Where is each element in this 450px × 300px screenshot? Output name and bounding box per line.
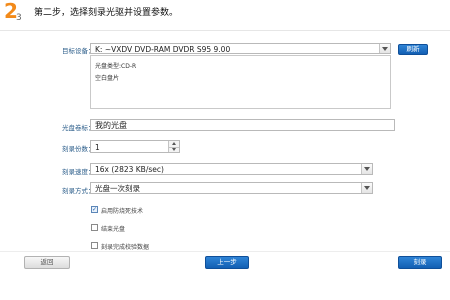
disc-info-panel: 光盘类型:CD-R 空白盘片	[90, 55, 391, 109]
chevron-up-icon	[172, 142, 176, 146]
target-device-value: K: ~VXDV DVD-RAM DVDR S95 9.00	[95, 45, 231, 54]
finalize-disc-label: 结束光盘	[101, 226, 126, 233]
target-device-select[interactable]: K: ~VXDV DVD-RAM DVDR S95 9.00	[90, 43, 391, 54]
burn-button[interactable]: 刻录	[398, 256, 442, 269]
page-title: 第二步，选择刻录光驱并设置参数。	[34, 8, 179, 18]
chevron-down-icon	[364, 186, 370, 190]
step-total: 3	[16, 13, 22, 23]
copies-stepper[interactable]: 1	[90, 140, 180, 153]
anti-burnout-label: 启用防烧死技术	[101, 208, 144, 215]
refresh-button[interactable]: 刷新	[398, 44, 428, 55]
disc-status-text: 空白盘片	[95, 75, 120, 82]
verify-data-label: 刻录完成校验数据	[101, 244, 150, 251]
finalize-disc-checkbox[interactable]	[91, 224, 98, 231]
header-divider	[0, 30, 450, 31]
anti-burnout-checkbox[interactable]: ✓	[91, 206, 98, 213]
footer-divider	[0, 251, 450, 252]
burn-mode-value: 光盘一次刻录	[95, 184, 140, 193]
burn-mode-select[interactable]: 光盘一次刻录	[90, 182, 373, 194]
speed-select[interactable]: 16x (2823 KB/sec)	[90, 163, 373, 175]
decrement-button[interactable]	[169, 146, 179, 153]
chevron-down-icon	[364, 167, 370, 171]
speed-value: 16x (2823 KB/sec)	[95, 165, 164, 174]
target-device-dropdown-button[interactable]	[379, 44, 390, 53]
disc-type-text: 光盘类型:CD-R	[95, 63, 137, 70]
back-button[interactable]: 返回	[24, 256, 70, 269]
speed-dropdown-button[interactable]	[361, 164, 372, 174]
copies-spinner[interactable]	[168, 141, 179, 152]
burn-mode-dropdown-button[interactable]	[361, 183, 372, 193]
verify-data-checkbox[interactable]	[91, 242, 98, 249]
volume-label-input[interactable]: 我的光盘	[90, 119, 395, 131]
copies-value: 1	[95, 143, 100, 152]
previous-step-button[interactable]: 上一步	[205, 256, 249, 269]
chevron-down-icon	[382, 46, 388, 51]
chevron-down-icon	[172, 148, 176, 152]
